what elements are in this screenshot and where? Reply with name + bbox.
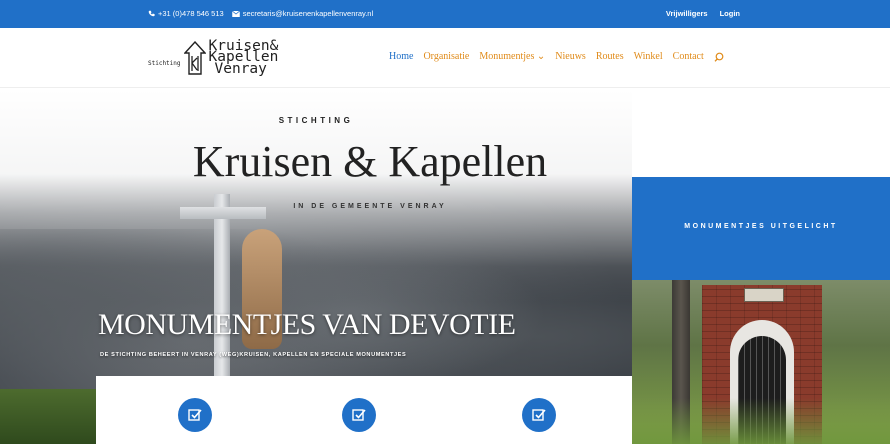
feature-check-icon-1 bbox=[178, 398, 212, 432]
envelope-icon bbox=[231, 10, 240, 17]
main-nav: Home Organisatie Monumentjes ⌄ Nieuws Ro… bbox=[389, 51, 724, 62]
feature-check-icon-3 bbox=[522, 398, 556, 432]
phone-link[interactable]: +31 (0)478 546 513 bbox=[148, 9, 224, 18]
hero-subtitle: IN DE GEMEENTE VENRAY bbox=[293, 203, 447, 210]
nav-home[interactable]: Home bbox=[389, 51, 413, 62]
featured-chapel-photo[interactable] bbox=[632, 280, 890, 444]
featured-monuments-heading: MONUMENTJES UITGELICHT bbox=[684, 223, 838, 230]
chapel-field bbox=[632, 398, 890, 444]
checkbox-icon bbox=[532, 409, 546, 421]
logo-stichting: Stichting bbox=[148, 59, 181, 67]
vrijwilligers-link[interactable]: Vrijwilligers bbox=[666, 9, 708, 18]
nav-contact[interactable]: Contact bbox=[673, 51, 704, 62]
site-header: Stichting Kruisen& Kapellen Venray Home … bbox=[0, 28, 890, 88]
cross-logo-icon bbox=[183, 41, 206, 75]
nav-organisatie[interactable]: Organisatie bbox=[423, 51, 469, 62]
chapel-plaque bbox=[744, 288, 784, 302]
hero-headline: MONUMENTJES VAN DEVOTIE bbox=[98, 308, 516, 341]
login-link[interactable]: Login bbox=[720, 9, 740, 18]
top-bar-links: Vrijwilligers Login bbox=[666, 9, 740, 18]
checkbox-icon bbox=[188, 409, 202, 421]
email-address: secretaris@kruisenenkapellenvenray.nl bbox=[242, 9, 374, 18]
chevron-down-icon: ⌄ bbox=[536, 51, 546, 62]
nav-monumentjes-label: Monumentjes bbox=[479, 51, 535, 62]
nav-routes[interactable]: Routes bbox=[596, 51, 624, 62]
hero-pretitle: STICHTING bbox=[278, 116, 354, 125]
checkbox-icon bbox=[352, 409, 366, 421]
logo-wordmark: Kruisen& Kapellen Venray bbox=[209, 39, 279, 77]
search-icon[interactable] bbox=[714, 52, 724, 62]
top-bar: +31 (0)478 546 513 secretaris@kruisenenk… bbox=[0, 0, 890, 28]
hero-tagline: DE STICHTING BEHEERT IN VENRAY (WEG)KRUI… bbox=[100, 352, 407, 358]
nav-monumentjes[interactable]: Monumentjes ⌄ bbox=[479, 51, 545, 62]
feature-check-icon-2 bbox=[342, 398, 376, 432]
hero-title: Kruisen & Kapellen bbox=[192, 137, 548, 186]
phone-icon bbox=[148, 10, 155, 17]
nav-nieuws[interactable]: Nieuws bbox=[555, 51, 586, 62]
top-bar-contact: +31 (0)478 546 513 secretaris@kruisenenk… bbox=[148, 9, 373, 18]
phone-number: +31 (0)478 546 513 bbox=[158, 9, 224, 18]
site-logo[interactable]: Stichting Kruisen& Kapellen Venray bbox=[148, 36, 278, 80]
email-link[interactable]: secretaris@kruisenenkapellenvenray.nl bbox=[231, 9, 374, 18]
nav-winkel[interactable]: Winkel bbox=[634, 51, 663, 62]
logo-line-3: Venray bbox=[214, 60, 267, 77]
featured-monuments-header: MONUMENTJES UITGELICHT bbox=[632, 177, 890, 280]
